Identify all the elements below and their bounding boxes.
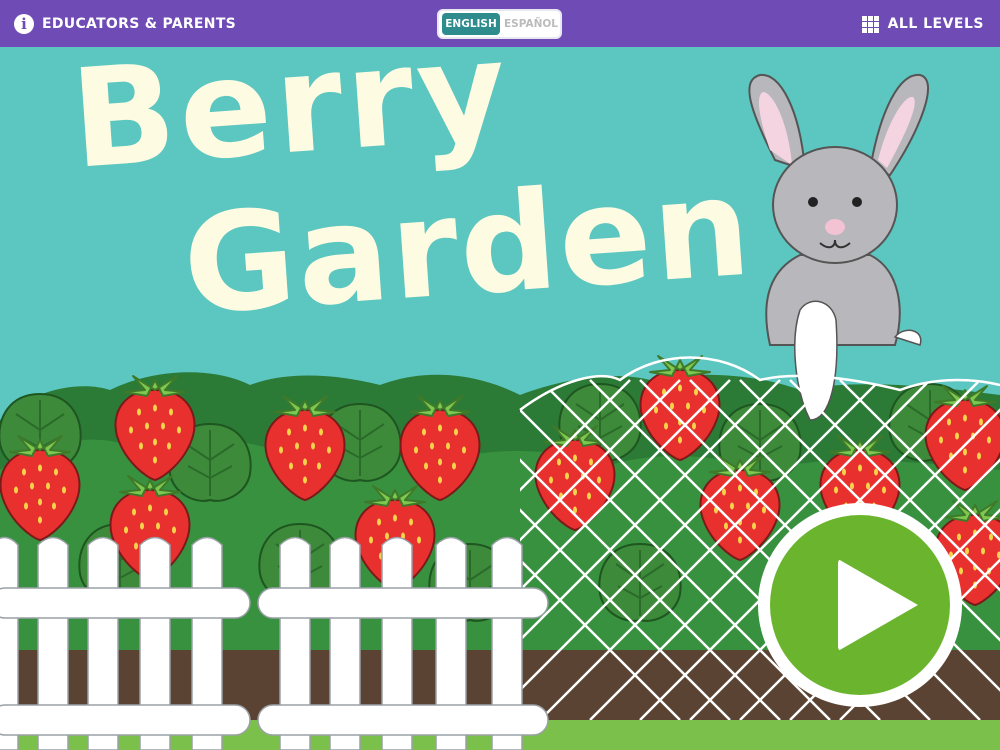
play-button-fill (770, 515, 950, 695)
educators-parents-button[interactable]: i EDUCATORS & PARENTS (14, 12, 236, 36)
play-button[interactable] (758, 503, 962, 707)
play-icon (838, 559, 918, 651)
language-toggle: ENGLISH ESPAÑOL (437, 9, 562, 39)
educators-parents-label: EDUCATORS & PARENTS (42, 16, 237, 32)
all-levels-button[interactable]: ALL LEVELS (861, 12, 984, 36)
grid-icon (861, 15, 879, 33)
language-spanish-button[interactable]: ESPAÑOL (503, 13, 559, 35)
info-icon: i (14, 14, 34, 34)
language-english-button[interactable]: ENGLISH (442, 13, 500, 35)
bunny (748, 73, 929, 421)
top-bar: i EDUCATORS & PARENTS ENGLISH ESPAÑOL AL… (0, 0, 1000, 47)
all-levels-label: ALL LEVELS (887, 16, 984, 32)
